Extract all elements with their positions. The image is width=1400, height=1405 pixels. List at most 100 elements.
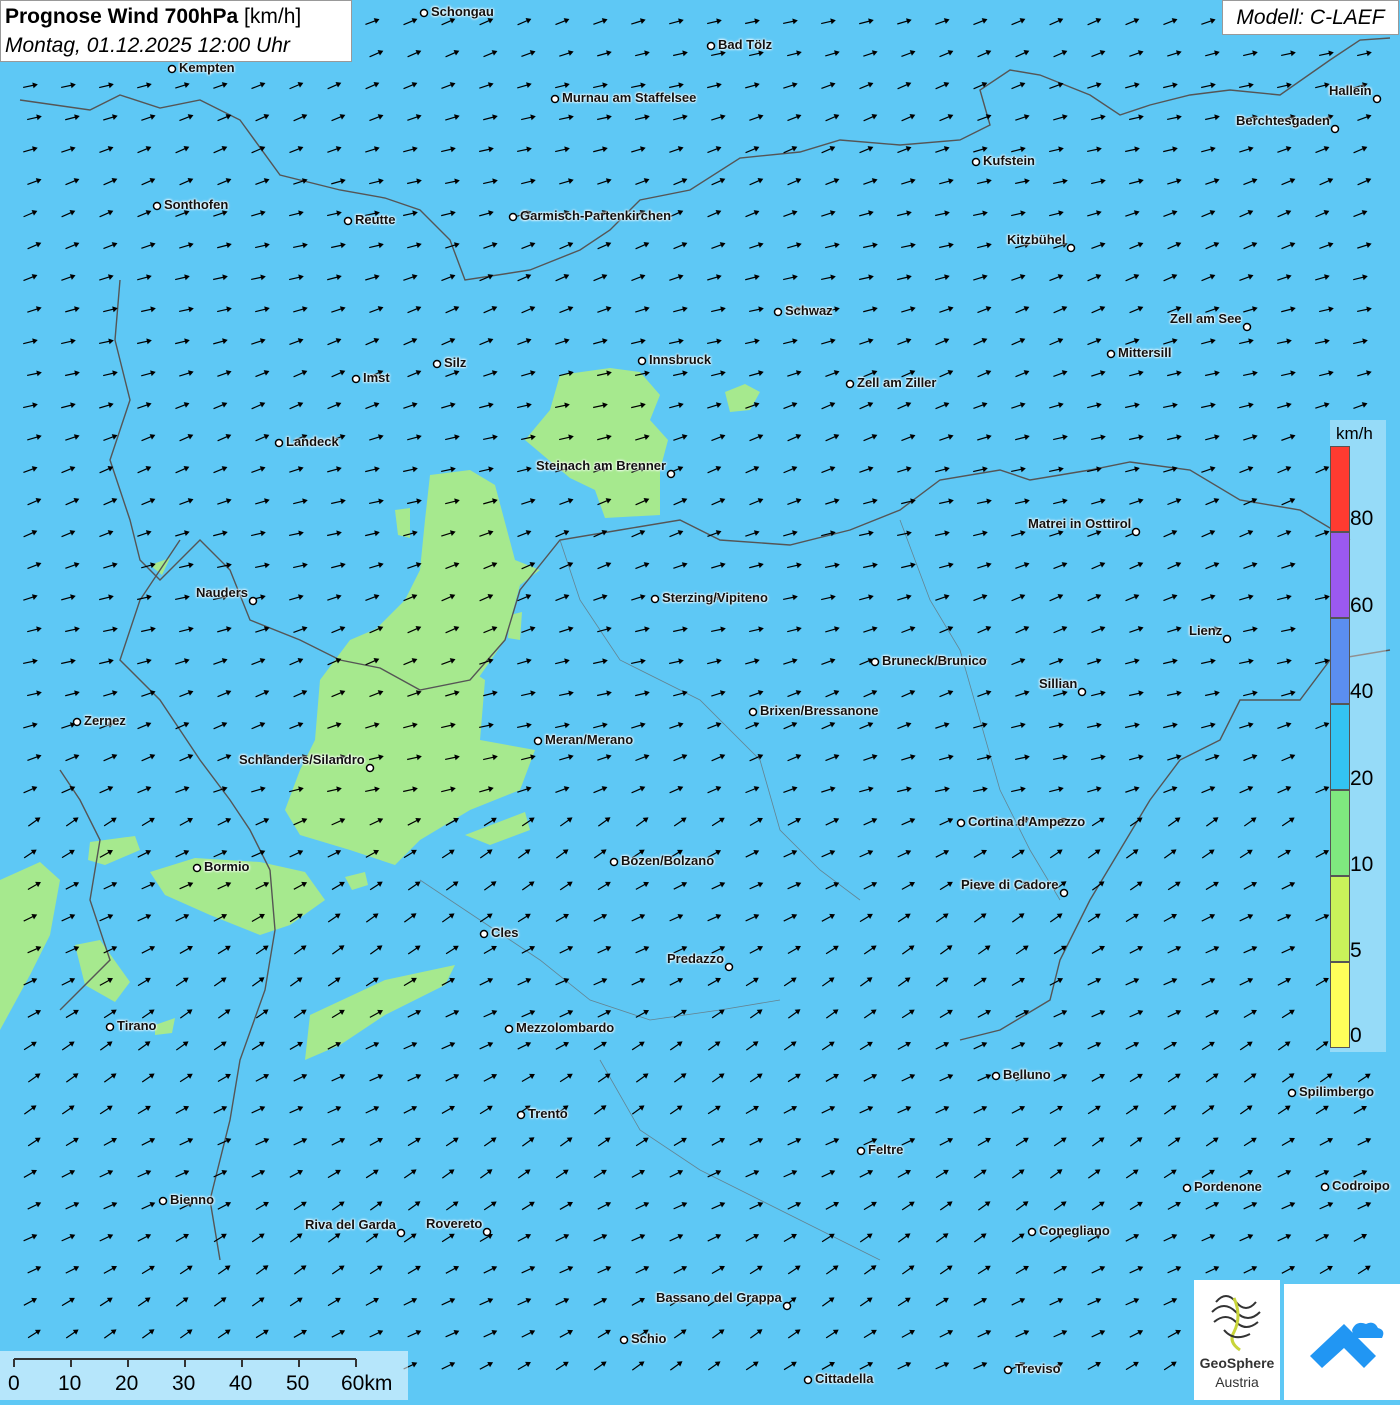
city-label: Conegliano bbox=[1039, 1223, 1110, 1238]
city-label: Rovereto bbox=[426, 1216, 483, 1231]
city-label: Matrei in Osttirol bbox=[1028, 516, 1132, 531]
city-marker bbox=[782, 1301, 792, 1311]
city-label: Kitzbühel bbox=[1007, 232, 1066, 247]
city-marker bbox=[724, 962, 734, 972]
city-marker bbox=[479, 929, 489, 939]
city-label: Zernez bbox=[84, 713, 126, 728]
city-marker bbox=[637, 356, 647, 366]
city-label: Bienno bbox=[170, 1192, 215, 1207]
city-marker bbox=[365, 763, 375, 773]
city-marker bbox=[845, 379, 855, 389]
city-marker bbox=[504, 1024, 514, 1034]
legend-color-segment bbox=[1330, 876, 1350, 962]
city-marker bbox=[192, 863, 202, 873]
geosphere-swirl-icon bbox=[1211, 1295, 1261, 1352]
city-marker bbox=[508, 212, 518, 222]
city-marker bbox=[803, 1375, 813, 1385]
city-label: Schwaz bbox=[785, 303, 833, 318]
city-label: Trento bbox=[528, 1106, 568, 1121]
city-label: Brixen/Bressanone bbox=[760, 703, 879, 718]
city-label: Bad Tölz bbox=[718, 37, 773, 52]
city-marker bbox=[609, 857, 619, 867]
legend-unit: km/h bbox=[1336, 424, 1373, 443]
city-label: Sonthofen bbox=[164, 197, 229, 212]
city-marker bbox=[1372, 94, 1382, 104]
city-marker bbox=[870, 657, 880, 667]
city-marker bbox=[619, 1335, 629, 1345]
scale-label: 50 bbox=[286, 1372, 310, 1395]
city-label: Bassano del Grappa bbox=[656, 1290, 782, 1305]
logo-name-line1: GeoSphere bbox=[1199, 1355, 1275, 1371]
city-label: Pordenone bbox=[1194, 1179, 1262, 1194]
city-label: Cittadella bbox=[815, 1371, 874, 1386]
city-marker bbox=[152, 201, 162, 211]
city-label: Spilimbergo bbox=[1299, 1084, 1375, 1099]
city-label: Schlanders/Silandro bbox=[239, 752, 365, 767]
city-marker bbox=[432, 359, 442, 369]
city-label: Garmisch-Partenkirchen bbox=[520, 208, 672, 223]
scale-label: 40 bbox=[229, 1372, 253, 1395]
city-marker bbox=[1330, 124, 1340, 134]
legend-color-segment bbox=[1330, 446, 1350, 532]
legend-color-segment bbox=[1330, 704, 1350, 790]
city-marker bbox=[105, 1022, 115, 1032]
city-label: Feltre bbox=[868, 1142, 904, 1157]
city-marker bbox=[706, 41, 716, 51]
city-label: Kufstein bbox=[983, 153, 1035, 168]
city-marker bbox=[971, 157, 981, 167]
city-label: Pieve di Cadore bbox=[961, 877, 1059, 892]
scale-label: 60km bbox=[341, 1372, 393, 1395]
city-marker bbox=[248, 596, 258, 606]
title-box: Prognose Wind 700hPa [km/h] Montag, 01.1… bbox=[0, 0, 352, 62]
city-label: Predazzo bbox=[667, 951, 725, 966]
city-label: Cortina d'Ampezzo bbox=[968, 814, 1086, 829]
city-marker bbox=[991, 1071, 1001, 1081]
city-label: Landeck bbox=[286, 434, 339, 449]
city-label: Innsbruck bbox=[649, 352, 712, 367]
city-marker bbox=[1131, 527, 1141, 537]
city-marker bbox=[856, 1146, 866, 1156]
city-marker bbox=[1242, 322, 1252, 332]
mountain-cloud-icon bbox=[1310, 1322, 1384, 1368]
legend-tick-label: 20 bbox=[1350, 767, 1374, 790]
city-label: Bruneck/Brunico bbox=[882, 653, 987, 668]
forecast-datetime: Montag, 01.12.2025 12:00 Uhr bbox=[5, 34, 290, 57]
city-marker bbox=[1106, 349, 1116, 359]
city-label: Sillian bbox=[1039, 676, 1078, 691]
city-marker bbox=[1066, 243, 1076, 253]
legend-color-bar bbox=[1330, 446, 1350, 1048]
city-label: Treviso bbox=[1015, 1361, 1061, 1376]
legend-color-segment bbox=[1330, 790, 1350, 876]
city-label: Zell am Ziller bbox=[857, 375, 937, 390]
scale-label: 0 bbox=[8, 1372, 20, 1395]
city-label: Berchtesgaden bbox=[1236, 113, 1330, 128]
city-marker bbox=[167, 64, 177, 74]
city-marker bbox=[343, 216, 353, 226]
city-label: Lienz bbox=[1189, 623, 1223, 638]
city-marker bbox=[1059, 888, 1069, 898]
city-marker bbox=[516, 1110, 526, 1120]
city-label: Kempten bbox=[179, 60, 235, 75]
city-marker bbox=[956, 818, 966, 828]
city-label: Bozen/Bolzano bbox=[621, 853, 715, 868]
scale-label: 20 bbox=[115, 1372, 139, 1395]
city-marker bbox=[550, 94, 560, 104]
city-marker bbox=[1027, 1227, 1037, 1237]
model-label: Modell: C-LAEF bbox=[1222, 0, 1399, 35]
city-marker bbox=[1182, 1183, 1192, 1193]
city-label: Silz bbox=[444, 355, 467, 370]
legend-color-segment bbox=[1330, 532, 1350, 618]
city-label: Belluno bbox=[1003, 1067, 1051, 1082]
city-label: Imst bbox=[363, 370, 390, 385]
city-marker bbox=[482, 1227, 492, 1237]
legend-tick-label: 0 bbox=[1350, 1024, 1362, 1047]
legend-color-segment bbox=[1330, 962, 1350, 1048]
city-marker bbox=[773, 307, 783, 317]
logo-name-line2: Austria bbox=[1215, 1374, 1259, 1390]
city-marker bbox=[666, 469, 676, 479]
city-label: Sterzing/Vipiteno bbox=[662, 590, 768, 605]
city-label: Meran/Merano bbox=[545, 732, 634, 747]
scale-label: 10 bbox=[58, 1372, 82, 1395]
city-marker bbox=[748, 707, 758, 717]
city-label: Hallein bbox=[1329, 83, 1372, 98]
